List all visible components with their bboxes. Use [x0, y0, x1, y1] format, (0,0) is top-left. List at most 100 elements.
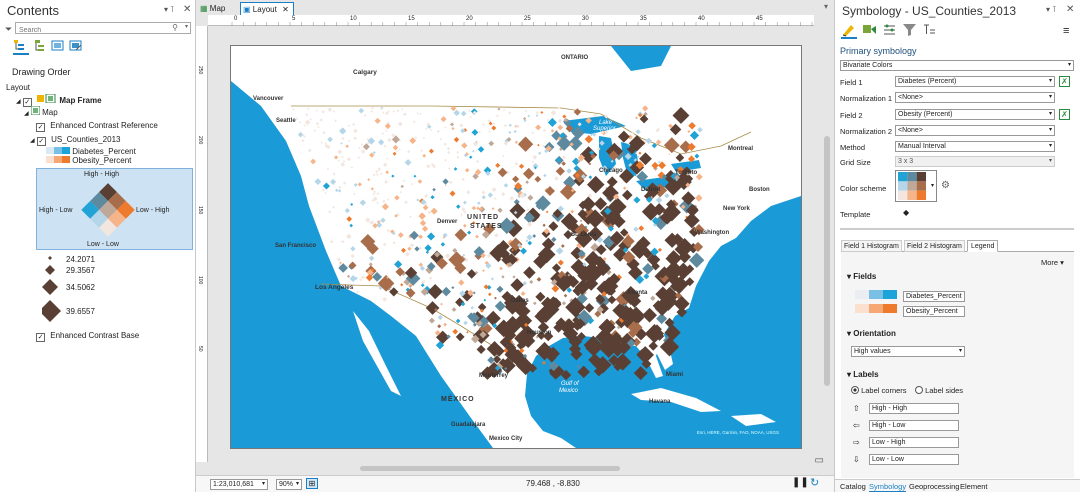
sql-expression-icon[interactable]: ✗ [1059, 109, 1070, 120]
radio-label-sides[interactable]: Label sides [915, 386, 963, 395]
fields-header[interactable]: ▾ Fields [847, 272, 876, 281]
tab-field1-histogram[interactable]: Field 1 Histogram [841, 240, 902, 252]
dock-tab-catalog[interactable]: Catalog [840, 482, 866, 491]
list-by-editing-icon[interactable] [69, 39, 83, 56]
orientation-header[interactable]: ▾ Orientation [847, 329, 896, 338]
tab-map[interactable]: ▦ Map [198, 2, 229, 15]
map-frame[interactable] [231, 46, 801, 448]
close-icon[interactable]: ✕ [183, 4, 191, 15]
ruler-v-label: 200 [197, 136, 203, 145]
search-icon[interactable]: ⚲ [172, 23, 178, 32]
legend-field2-input[interactable]: Obesity_Percent [903, 306, 965, 317]
legend-field1-input[interactable]: Diabetes_Percent [903, 291, 965, 302]
normalization1-dropdown[interactable]: <None> ▾ [895, 92, 1055, 103]
close-icon[interactable]: ✕ [1066, 4, 1074, 15]
expand-icon[interactable]: ◢ [30, 138, 35, 144]
template-symbol-icon[interactable]: ◆ [903, 208, 909, 217]
expand-icon[interactable]: ◢ [16, 99, 21, 105]
scrollbar-thumb[interactable] [360, 466, 620, 471]
label-washington: Washington [695, 230, 730, 236]
label-low-low-input[interactable]: Low - Low [869, 454, 959, 465]
grid-snap-icon[interactable]: ⊞ [306, 478, 318, 489]
contents-pane: Contents ▾ ⊺ ✕ ⏷ ⚲ ▾ Drawing Order Layou… [0, 0, 196, 492]
color-scheme-dropdown[interactable]: ▾ [895, 170, 937, 202]
dock-tab-symbology[interactable]: Symbology [869, 482, 907, 492]
symbology-method-dropdown[interactable]: Bivariate Colors ▾ [840, 60, 1074, 71]
ecr-checkbox[interactable]: ✓ [36, 123, 45, 132]
map-frame-label: Map Frame [59, 96, 102, 105]
grid-size-value: 3 x 3 [898, 158, 914, 165]
tab-layout[interactable]: ▣ Layout ✕ [240, 2, 294, 15]
comment-icon[interactable]: ▭ [815, 455, 824, 466]
list-by-drawing-order-icon[interactable] [13, 39, 29, 55]
label-high-low-input[interactable]: High - Low [869, 420, 959, 431]
tab-list-icon[interactable]: ▾ [824, 2, 828, 11]
field2-dropdown[interactable]: Obesity (Percent) ▾ [895, 109, 1055, 120]
labels-header[interactable]: ▾ Labels [847, 370, 879, 379]
bivariate-diamond-icon [81, 183, 135, 237]
radio-unselected-icon[interactable] [915, 386, 923, 394]
label-high-high-input[interactable]: High - High [869, 403, 959, 414]
more-button[interactable]: More ▾ [1041, 258, 1064, 267]
tree-ecb[interactable]: ✓ Enhanced Contrast Base [36, 330, 139, 342]
close-tab-icon[interactable]: ✕ [282, 5, 289, 14]
tab-legend[interactable]: Legend [967, 240, 999, 252]
scale-dropdown[interactable]: 1:23,010,681 ▾ [210, 479, 268, 490]
symbology-title: Symbology - US_Counties_2013 [842, 4, 1017, 18]
radio-label-corners[interactable]: Label corners [851, 386, 907, 395]
method-dropdown[interactable]: Manual Interval ▾ [895, 141, 1055, 152]
corner-right-icon: ⇨ [853, 438, 860, 447]
expand-icon[interactable]: ◢ [24, 111, 29, 117]
pane-menu-icon[interactable]: ▾ ⊺ [164, 5, 174, 14]
field2-value: Obesity (Percent) [898, 111, 953, 118]
search-input[interactable] [16, 25, 166, 36]
horizontal-scrollbar[interactable] [210, 466, 814, 472]
layout-tab-icon: ▣ [243, 5, 251, 14]
vary-symbology-icon[interactable] [862, 22, 877, 40]
list-by-selection-icon[interactable] [51, 39, 65, 56]
layer-checkbox[interactable]: ✓ [36, 137, 46, 146]
scrollbar-thumb[interactable] [824, 136, 830, 386]
dock-tab-geoprocessing[interactable]: Geoprocessing [909, 482, 959, 491]
field1-dropdown[interactable]: Diabetes (Percent) ▾ [895, 76, 1055, 87]
refresh-icon[interactable]: ↻ [810, 476, 819, 489]
normalization2-dropdown[interactable]: <None> ▾ [895, 125, 1055, 136]
tree-layout[interactable]: Layout [6, 82, 30, 93]
tree-map[interactable]: ◢ Map [24, 105, 58, 120]
sql-expression-icon[interactable]: ✗ [1059, 76, 1070, 87]
drawing-order-label: Drawing Order [12, 67, 71, 77]
filter-icon[interactable] [902, 22, 917, 40]
ruler-v-label: 100 [197, 276, 203, 285]
pane-menu-icon[interactable]: ▾ ⊺ [1046, 5, 1056, 14]
ruler-h-label: 20 [466, 16, 473, 22]
label-classes-icon[interactable] [922, 22, 937, 40]
hamburger-menu-icon[interactable]: ≡ [1063, 25, 1069, 37]
splitter[interactable] [840, 228, 1074, 230]
tab-field2-histogram[interactable]: Field 2 Histogram [904, 240, 965, 252]
ecb-checkbox[interactable]: ✓ [36, 333, 45, 342]
symbol-layers-icon[interactable] [882, 22, 897, 40]
dock-tab-element[interactable]: Element [960, 482, 988, 491]
chevron-down-icon[interactable]: ▾ [185, 23, 188, 30]
grid-size-dropdown[interactable]: 3 x 3 ▾ [895, 156, 1055, 167]
zoom-dropdown[interactable]: 90% ▾ [276, 479, 302, 490]
symbology-method-value: Bivariate Colors [843, 62, 893, 69]
orientation-dropdown[interactable]: High values ▾ [851, 346, 965, 357]
label-seattle: Seattle [276, 118, 296, 124]
color-scheme-label: Color scheme [840, 184, 887, 193]
list-by-source-icon[interactable] [33, 39, 47, 56]
gear-icon[interactable]: ⚙ [941, 180, 950, 191]
pause-icon[interactable]: ❚❚ [792, 477, 809, 488]
label-low-high-input[interactable]: Low - High [869, 437, 959, 448]
tree-ecr[interactable]: ✓ Enhanced Contrast Reference [36, 120, 158, 132]
bivariate-legend-box[interactable]: High - High High - Low Low - High Low - … [36, 168, 193, 250]
label-monterrey: Monterrey [479, 373, 509, 379]
chevron-down-icon: ▾ [1048, 158, 1052, 164]
search-box[interactable]: ⚲ ▾ [15, 22, 191, 36]
primary-symbology-icon[interactable] [841, 22, 857, 39]
vertical-scrollbar[interactable] [823, 26, 831, 446]
filter-icon[interactable]: ⏷ [5, 24, 12, 35]
chevron-down-icon: ▾ [958, 348, 962, 354]
radio-selected-icon[interactable] [851, 386, 859, 394]
layout-page[interactable]: ONTARIO Calgary Vancouver Seattle Lake S… [230, 45, 802, 449]
